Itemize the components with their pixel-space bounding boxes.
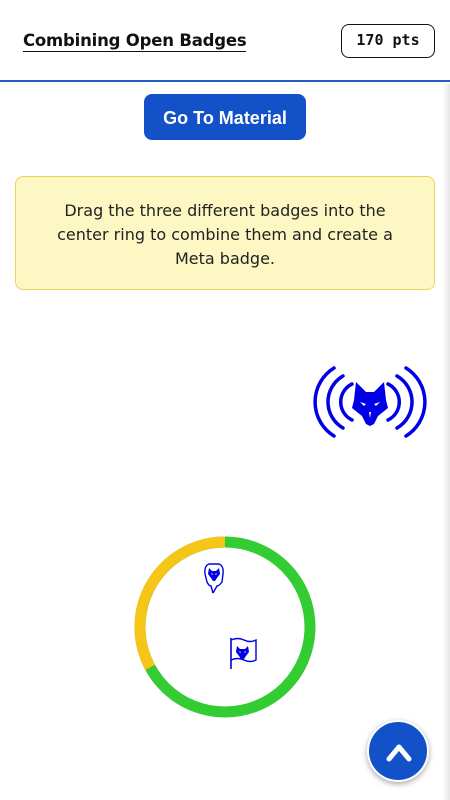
wolf-broadcast-badge-icon[interactable] [312,356,428,448]
app-header: Combining Open Badges 170 pts [0,0,450,82]
chevron-up-icon [386,744,412,762]
wolf-hand-badge-icon[interactable] [201,560,227,594]
page-title: Combining Open Badges [23,31,247,52]
instructions-box: Drag the three different badges into the… [15,176,435,290]
points-badge: 170 pts [341,24,435,58]
go-to-material-button[interactable]: Go To Material [144,94,306,140]
scroll-to-top-button[interactable] [367,720,429,782]
wolf-flag-badge-icon[interactable] [228,636,258,670]
scrollbar[interactable] [442,84,450,800]
